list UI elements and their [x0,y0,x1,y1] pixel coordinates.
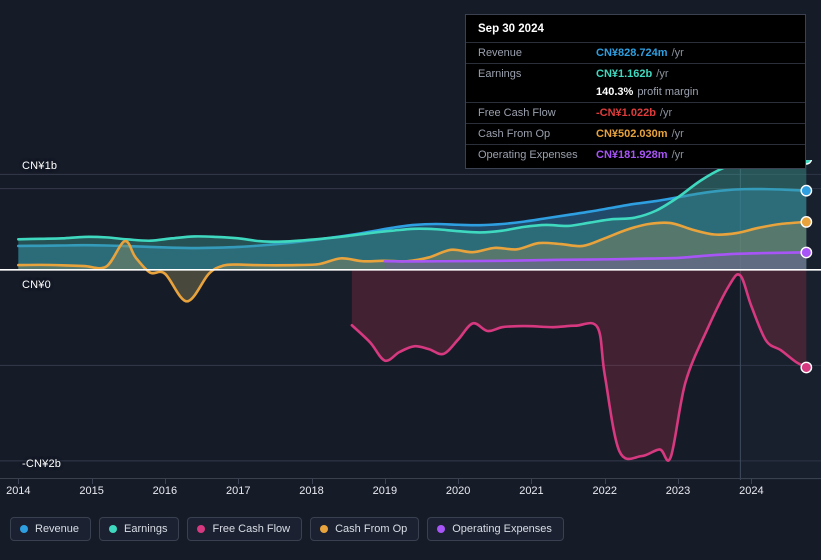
x-axis-tick-label: 2014 [6,485,30,497]
x-axis-tick-mark [385,479,386,484]
legend-item-label: Free Cash Flow [212,523,290,535]
chart-tooltip: Sep 30 2024 RevenueCN¥828.724m/yrEarning… [465,14,806,169]
legend-dot-cash-from-op [320,525,328,533]
x-axis-tick-mark [458,479,459,484]
tooltip-row-value: CN¥1.162b [596,68,652,80]
tooltip-row: RevenueCN¥828.724m/yr [466,42,805,63]
tooltip-row-label: Free Cash Flow [478,106,596,120]
chart-legend[interactable]: Revenue Earnings Free Cash Flow Cash From O… [10,517,564,541]
legend-item-label: Cash From Op [335,523,407,535]
tooltip-row-value: CN¥828.724m [596,47,668,59]
x-axis-tick-label: 2018 [299,485,323,497]
x-axis-tick-label: 2019 [373,485,397,497]
x-axis-tick-mark [165,479,166,484]
tooltip-row-unit: /yr [660,107,672,119]
tooltip-row-value: CN¥502.030m [596,128,668,140]
x-axis-tick-label: 2023 [666,485,690,497]
tooltip-row: Operating ExpensesCN¥181.928m/yr [466,144,805,165]
legend-item-label: Revenue [35,523,79,535]
x-axis-tick-mark [678,479,679,484]
tooltip-row-unit: /yr [656,68,668,80]
x-axis-tick-label: 2020 [446,485,470,497]
tooltip-row-value-group: CN¥181.928m/yr [596,148,684,162]
legend-dot-revenue [20,525,28,533]
tooltip-row-value-group: 140.3% profit margin [596,85,698,99]
x-axis-tick-label: 2015 [79,485,103,497]
tooltip-row-value: -CN¥1.022b [596,107,656,119]
x-axis-tick-mark [605,479,606,484]
x-axis-tick-mark [312,479,313,484]
x-axis-tick-mark [18,479,19,484]
legend-item-label: Operating Expenses [452,523,552,535]
x-axis-tick-label: 2024 [739,485,763,497]
x-axis-tick-mark [92,479,93,484]
chart-plot-area[interactable] [0,160,821,480]
tooltip-row: Free Cash Flow-CN¥1.022b/yr [466,102,805,123]
x-axis-tick-label: 2022 [593,485,617,497]
tooltip-row-label: Operating Expenses [478,148,596,162]
x-axis-tick-mark [531,479,532,484]
tooltip-row-unit: /yr [672,128,684,140]
x-axis-tick-label: 2016 [153,485,177,497]
tooltip-row-label: Revenue [478,46,596,60]
legend-item-free-cash-flow[interactable]: Free Cash Flow [187,517,302,541]
tooltip-row-label: Earnings [478,67,596,81]
legend-item-label: Earnings [124,523,167,535]
tooltip-row-value-group: CN¥1.162b/yr [596,67,669,81]
tooltip-row: 140.3% profit margin [466,84,805,102]
x-axis-tick-label: 2021 [519,485,543,497]
tooltip-row-label: Cash From Op [478,127,596,141]
tooltip-row-value-group: CN¥502.030m/yr [596,127,684,141]
legend-item-operating-expenses[interactable]: Operating Expenses [427,517,564,541]
tooltip-rows: RevenueCN¥828.724m/yrEarningsCN¥1.162b/y… [466,42,805,165]
series-endpoint-revenue[interactable] [801,185,811,195]
tooltip-row-unit: /yr [672,47,684,59]
tooltip-row-value: CN¥181.928m [596,149,668,161]
legend-item-earnings[interactable]: Earnings [99,517,179,541]
tooltip-row-value-group: -CN¥1.022b/yr [596,106,672,120]
tooltip-row-value-group: CN¥828.724m/yr [596,46,684,60]
legend-item-revenue[interactable]: Revenue [10,517,91,541]
legend-item-cash-from-op[interactable]: Cash From Op [310,517,419,541]
tooltip-row-value: 140.3% [596,86,633,98]
financial-chart-page: CN¥1b CN¥0 -CN¥2b 2014201520162017201820… [0,0,821,560]
tooltip-row-unit: profit margin [637,86,698,98]
tooltip-row: Cash From OpCN¥502.030m/yr [466,123,805,144]
tooltip-date: Sep 30 2024 [466,22,805,42]
tooltip-row: EarningsCN¥1.162b/yr [466,63,805,84]
y-axis-label-bottom: -CN¥2b [22,458,61,470]
x-axis: 2014 2015 2016 2017 2018 2019 2020 2021 2022 2023… [0,479,821,505]
series-endpoint-cash-from-op[interactable] [801,217,811,227]
legend-dot-earnings [109,525,117,533]
legend-dot-operating-expenses [437,525,445,533]
y-axis-label-zero: CN¥0 [22,279,51,291]
series-endpoint-operating-expenses[interactable] [801,247,811,257]
x-axis-tick-mark [238,479,239,484]
x-axis-tick-label: 2017 [226,485,250,497]
legend-dot-free-cash-flow [197,525,205,533]
chart-svg [0,160,821,480]
y-axis-label-top: CN¥1b [22,160,57,172]
x-axis-tick-mark [751,479,752,484]
series-endpoint-free-cash-flow[interactable] [801,362,811,372]
tooltip-row-unit: /yr [672,149,684,161]
